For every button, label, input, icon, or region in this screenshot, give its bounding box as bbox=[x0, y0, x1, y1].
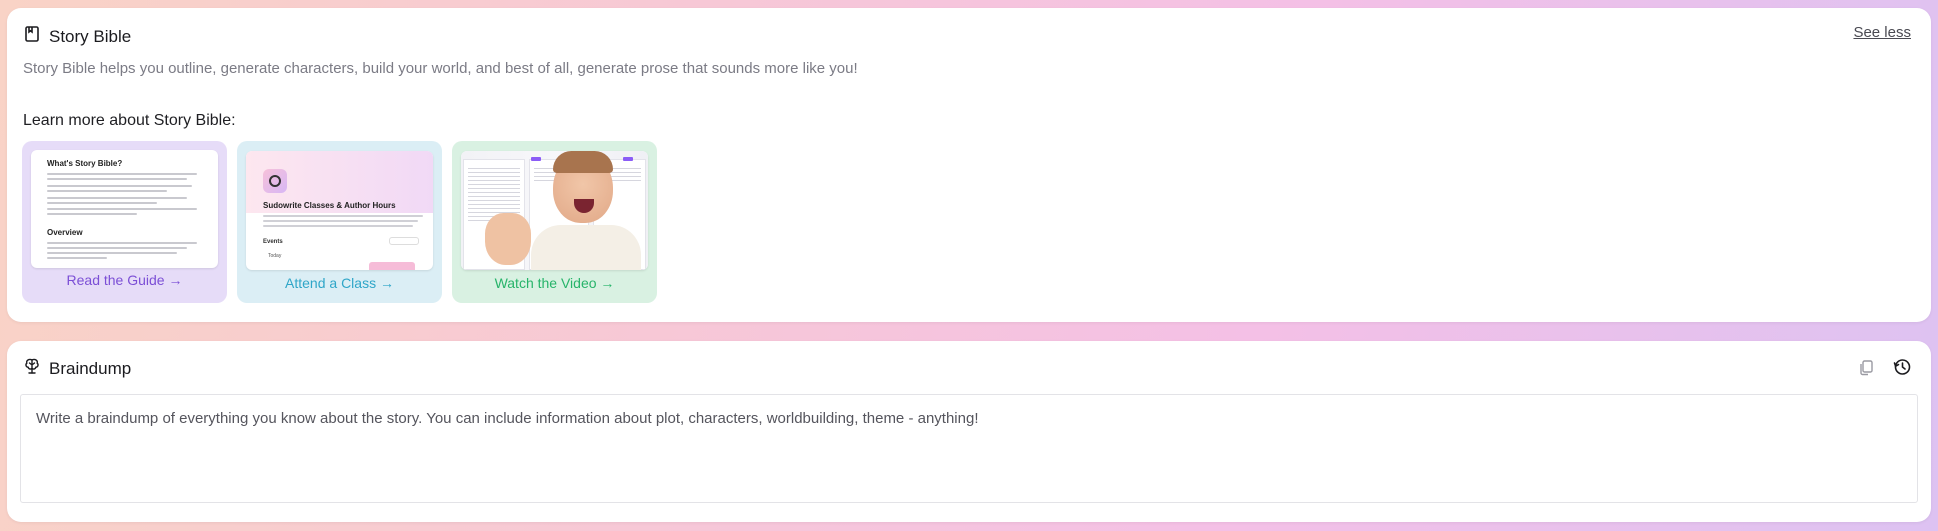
class-thumb-title: Sudowrite Classes & Author Hours bbox=[263, 201, 396, 210]
class-thumb-today: Today bbox=[268, 253, 282, 259]
video-thumbnail bbox=[461, 151, 648, 270]
history-icon[interactable] bbox=[1891, 356, 1913, 378]
guide-thumbnail: What's Story Bible? Overview bbox=[31, 150, 218, 268]
learn-more-cards: What's Story Bible? Overview Read the Gu… bbox=[22, 141, 657, 303]
braindump-actions bbox=[1855, 356, 1913, 378]
attend-class-card[interactable]: Sudowrite Classes & Author Hours Events … bbox=[237, 141, 442, 303]
sudowrite-logo-icon bbox=[263, 169, 287, 193]
braindump-textarea[interactable] bbox=[20, 394, 1918, 503]
copy-icon[interactable] bbox=[1855, 356, 1877, 378]
waving-hand bbox=[485, 213, 531, 265]
brain-icon bbox=[23, 357, 41, 380]
book-icon bbox=[23, 25, 41, 48]
class-thumb-events: Events bbox=[263, 239, 283, 245]
class-thumbnail: Sudowrite Classes & Author Hours Events … bbox=[246, 151, 433, 270]
see-less-link[interactable]: See less bbox=[1853, 24, 1911, 41]
guide-thumb-subheading: Overview bbox=[47, 228, 83, 237]
learn-more-heading: Learn more about Story Bible: bbox=[23, 112, 236, 129]
guide-thumb-heading: What's Story Bible? bbox=[47, 159, 123, 168]
watch-video-label: Watch the Video → bbox=[494, 275, 615, 291]
braindump-header: Braindump bbox=[23, 357, 131, 380]
watch-video-card[interactable]: Watch the Video → bbox=[452, 141, 657, 303]
braindump-title: Braindump bbox=[49, 358, 132, 378]
read-guide-label: Read the Guide → bbox=[66, 272, 183, 288]
story-bible-description: Story Bible helps you outline, generate … bbox=[23, 60, 858, 77]
story-bible-panel: Story Bible See less Story Bible helps y… bbox=[7, 8, 1931, 322]
attend-class-label: Attend a Class → bbox=[285, 275, 394, 291]
braindump-panel: Braindump bbox=[7, 341, 1931, 522]
read-guide-card[interactable]: What's Story Bible? Overview Read the Gu… bbox=[22, 141, 227, 303]
story-bible-header: Story Bible bbox=[23, 25, 131, 48]
story-bible-title: Story Bible bbox=[49, 26, 132, 46]
